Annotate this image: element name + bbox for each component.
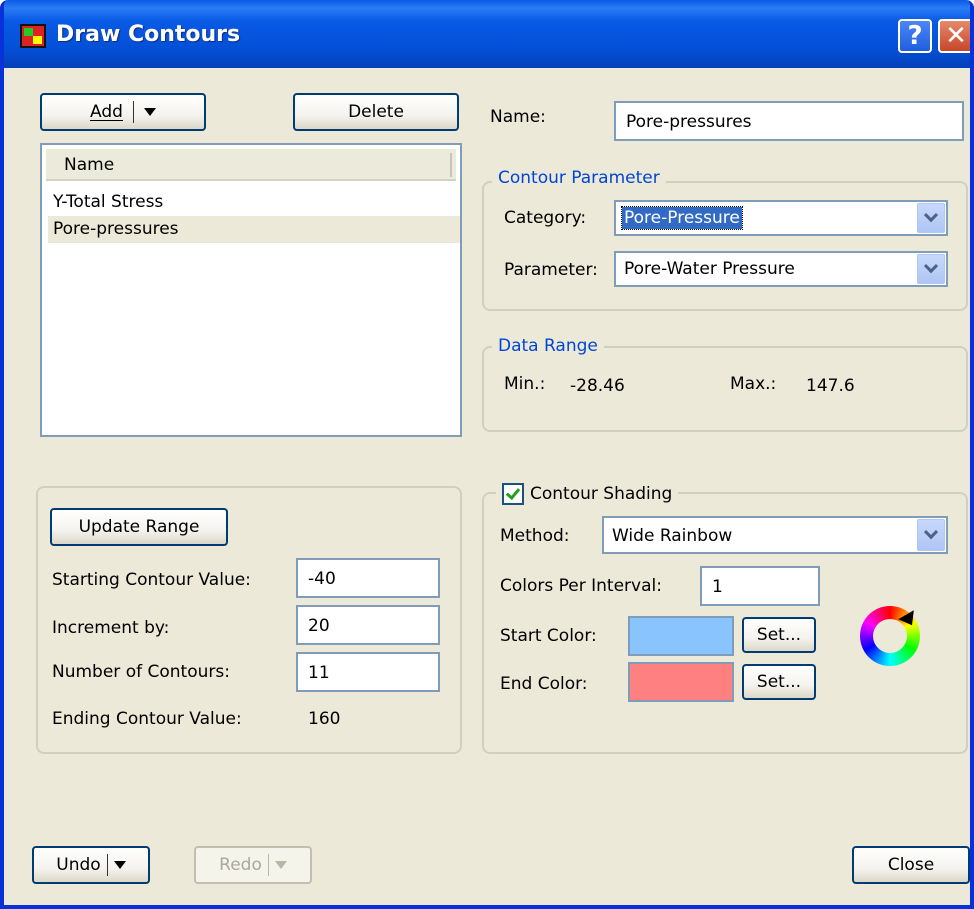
- parameter-value: Pore-Water Pressure: [624, 259, 795, 279]
- method-label: Method:: [500, 526, 570, 546]
- number-of-contours-label: Number of Contours:: [52, 662, 230, 682]
- name-input[interactable]: Pore-pressures: [614, 101, 964, 141]
- update-range-button[interactable]: Update Range: [50, 508, 228, 546]
- set-start-color-button[interactable]: Set...: [742, 617, 816, 653]
- draw-contours-dialog: Draw Contours ? ✕ Add Delete Name Y-Tota…: [0, 0, 974, 909]
- chevron-down-icon[interactable]: [917, 203, 945, 233]
- title-bar[interactable]: Draw Contours ? ✕: [4, 0, 970, 68]
- list-item-selected[interactable]: Pore-pressures: [48, 216, 460, 243]
- window-title: Draw Contours: [56, 22, 241, 47]
- contour-shading-checkbox[interactable]: [502, 483, 524, 505]
- ending-value: 160: [308, 709, 341, 729]
- colors-per-interval-label: Colors Per Interval:: [500, 576, 662, 596]
- redo-button-label: Redo: [219, 855, 262, 875]
- undo-button[interactable]: Undo: [32, 846, 150, 884]
- add-button-label: Add: [90, 102, 123, 122]
- delete-button[interactable]: Delete: [293, 93, 459, 131]
- set-end-color-button[interactable]: Set...: [742, 664, 816, 700]
- chevron-down-icon[interactable]: [917, 519, 945, 551]
- parameter-select[interactable]: Pore-Water Pressure: [614, 251, 948, 287]
- contour-shading-header[interactable]: Contour Shading: [496, 480, 679, 508]
- contour-shading-label: Contour Shading: [530, 484, 673, 504]
- close-button[interactable]: Close: [852, 846, 970, 884]
- min-value: -28.46: [570, 376, 625, 396]
- help-button[interactable]: ?: [898, 19, 932, 53]
- redo-button: Redo: [194, 846, 312, 884]
- method-value: Wide Rainbow: [612, 526, 733, 546]
- data-range-group: [482, 346, 968, 432]
- add-dropdown-icon[interactable]: [143, 108, 156, 116]
- redo-dropdown-icon: [274, 861, 287, 869]
- data-range-title: Data Range: [492, 336, 604, 356]
- increment-input[interactable]: 20: [296, 605, 440, 645]
- parameter-label: Parameter:: [504, 260, 598, 280]
- list-header[interactable]: Name: [46, 149, 456, 181]
- name-label: Name:: [490, 107, 546, 127]
- undo-button-label: Undo: [56, 855, 101, 875]
- starting-value-input[interactable]: -40: [296, 558, 440, 598]
- method-select[interactable]: Wide Rainbow: [602, 516, 948, 554]
- color-wheel-icon[interactable]: [860, 606, 920, 666]
- min-label: Min.:: [504, 374, 546, 394]
- app-icon: [20, 24, 46, 48]
- chevron-down-icon[interactable]: [917, 254, 945, 284]
- max-label: Max.:: [730, 374, 777, 394]
- add-button[interactable]: Add: [40, 93, 206, 131]
- end-color-label: End Color:: [500, 674, 588, 694]
- colors-per-interval-input[interactable]: 1: [700, 566, 820, 606]
- number-of-contours-input[interactable]: 11: [296, 652, 440, 692]
- starting-value-label: Starting Contour Value:: [52, 570, 251, 590]
- ending-value-label: Ending Contour Value:: [52, 709, 242, 729]
- contour-parameter-title: Contour Parameter: [492, 168, 666, 188]
- contour-list[interactable]: Name Y-Total Stress Pore-pressures: [40, 143, 462, 437]
- list-header-name: Name: [64, 155, 115, 175]
- start-color-label: Start Color:: [500, 626, 597, 646]
- list-item[interactable]: Y-Total Stress: [48, 189, 460, 216]
- category-value: Pore-Pressure: [621, 206, 743, 230]
- close-window-button[interactable]: ✕: [938, 19, 970, 53]
- increment-label: Increment by:: [52, 618, 170, 638]
- start-color-swatch: [628, 616, 734, 656]
- undo-dropdown-icon[interactable]: [113, 861, 126, 869]
- category-select[interactable]: Pore-Pressure: [614, 200, 948, 236]
- max-value: 147.6: [806, 376, 855, 396]
- end-color-swatch: [628, 662, 734, 702]
- category-label: Category:: [504, 208, 587, 228]
